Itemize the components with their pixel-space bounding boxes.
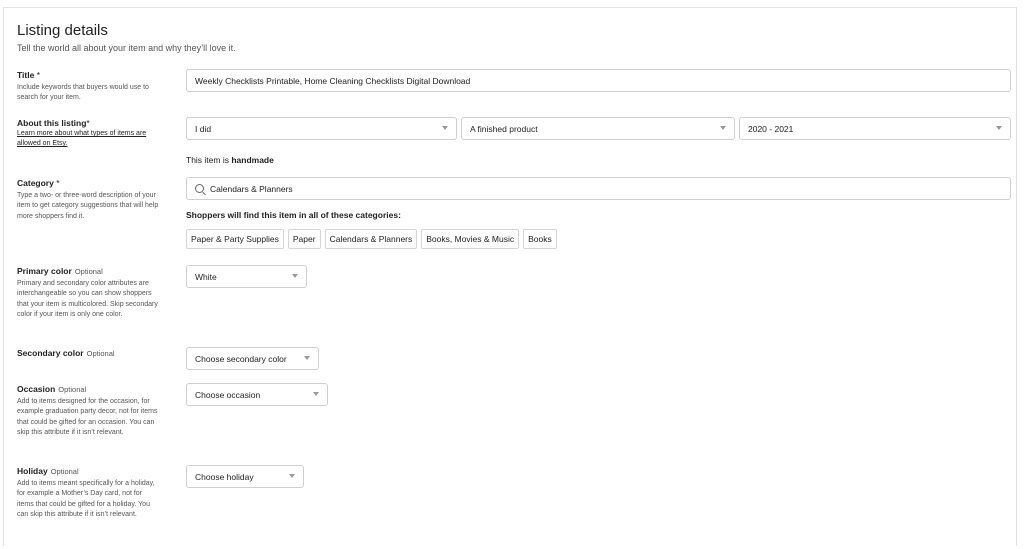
chevron-down-icon [289, 474, 295, 478]
title-label: Title * [17, 70, 40, 80]
holiday-label: Holiday Optional [17, 466, 79, 476]
category-chip: Books [523, 229, 557, 249]
holiday-label-group: Holiday Optional Add to items meant speci… [17, 466, 167, 521]
primary-color-label-group: Primary color Optional Primary and second… [17, 266, 167, 321]
secondary-color-label: Secondary color Optional [17, 348, 115, 358]
chevron-down-icon [313, 392, 319, 396]
secondary-color-label-group: Secondary color Optional [17, 348, 167, 358]
chevron-down-icon [292, 274, 298, 278]
about-label: About this listing* [17, 118, 90, 128]
handmade-note: This item is handmade [186, 155, 274, 165]
about-help-link[interactable]: Learn more about what types of items are… [17, 129, 167, 150]
chevron-down-icon [442, 126, 448, 130]
search-icon [195, 184, 204, 193]
category-help-text: Type a two- or three-word description of… [17, 192, 159, 220]
what-is-it-select[interactable]: A finished product [461, 117, 735, 140]
title-help-text: Include keywords that buyers would use t… [17, 84, 149, 102]
holiday-select[interactable]: Choose holiday [186, 465, 304, 488]
chevron-down-icon [304, 356, 310, 360]
page-title: Listing details [17, 22, 108, 39]
occasion-help-text: Add to items designed for the occasion, … [17, 398, 158, 437]
category-chip: Books, Movies & Music [421, 229, 520, 249]
about-label-group: About this listing* Learn more about wha… [17, 118, 167, 150]
occasion-select[interactable]: Choose occasion [186, 383, 328, 406]
category-search-input[interactable]: Calendars & Planners [186, 177, 1011, 200]
category-label-group: Category * Type a two- or three-word des… [17, 178, 167, 222]
title-label-group: Title * Include keywords that buyers wou… [17, 70, 167, 104]
category-chip: Paper & Party Supplies [186, 229, 284, 249]
occasion-label: Occasion Optional [17, 384, 87, 394]
page-subtitle: Tell the world all about your item and w… [17, 43, 236, 53]
category-label: Category * [17, 178, 60, 188]
primary-color-select[interactable]: White [186, 265, 307, 288]
primary-color-help-text: Primary and secondary color attributes a… [17, 280, 158, 319]
chevron-down-icon [720, 126, 726, 130]
category-chip: Paper [287, 229, 321, 249]
primary-color-label: Primary color Optional [17, 266, 103, 276]
shoppers-categories-heading: Shoppers will find this item in all of t… [186, 210, 401, 220]
title-input[interactable]: Weekly Checklists Printable, Home Cleani… [186, 69, 1011, 92]
category-chip: Calendars & Planners [324, 229, 418, 249]
when-made-select[interactable]: 2020 - 2021 [739, 117, 1011, 140]
who-made-select[interactable]: I did [186, 117, 457, 140]
title-input-value: Weekly Checklists Printable, Home Cleani… [195, 75, 471, 86]
chevron-down-icon [996, 126, 1002, 130]
occasion-label-group: Occasion Optional Add to items designed f… [17, 384, 167, 439]
holiday-help-text: Add to items meant specifically for a ho… [17, 480, 155, 519]
secondary-color-select[interactable]: Choose secondary color [186, 347, 319, 370]
category-chips: Paper & Party Supplies Paper Calendars &… [186, 229, 557, 249]
